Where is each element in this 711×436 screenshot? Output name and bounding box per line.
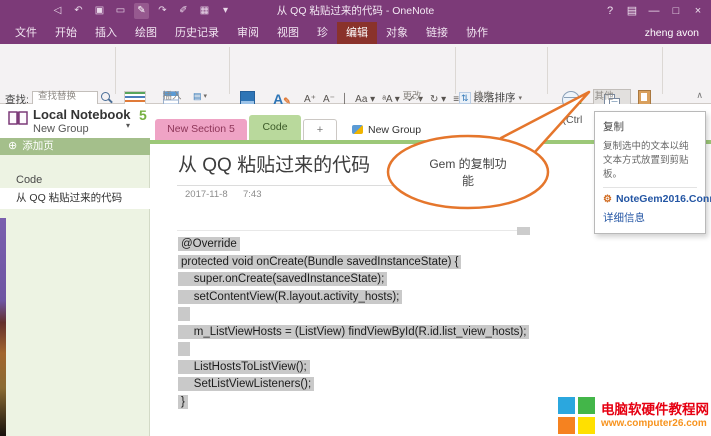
tab-insert[interactable]: 插入 [86, 22, 126, 44]
window-controls: ? ▤ — □ × [599, 0, 709, 22]
undo-icon[interactable]: ↶ [71, 3, 86, 19]
code-line [178, 341, 529, 359]
maximize-button[interactable]: □ [665, 0, 687, 22]
quick-access-toolbar: ◁ ↶ ▣ ▭ ✎ ↷ ✐ ▦ ▾ [50, 0, 233, 22]
code-line: SetListViewListeners(); [178, 376, 529, 394]
tab-history[interactable]: 历史记录 [166, 22, 228, 44]
full-page-view-icon[interactable]: ▭ [113, 3, 128, 19]
help-button[interactable]: ? [599, 0, 621, 22]
add-page-button[interactable]: ⊕添加页 [0, 138, 150, 155]
page-list-item-selected[interactable]: 从 QQ 粘贴过来的代码 [0, 188, 150, 209]
code-line: m_ListViewHosts = (ListView) findViewByI… [178, 324, 529, 342]
addin-name: NoteGem2016.Connect [616, 193, 711, 205]
notebook-icon [8, 110, 28, 127]
group-label-insert: 插入 [142, 88, 202, 102]
tab-zhen[interactable]: 珍 [308, 22, 337, 44]
tab-home[interactable]: 开始 [46, 22, 86, 44]
page-list-section-header: Code [16, 174, 42, 186]
chart-icon[interactable]: ▦ [197, 3, 212, 19]
callout-text: Gem 的复制功能 [424, 156, 512, 190]
section-tab-code-active[interactable]: Code [249, 115, 301, 140]
code-line: ListHostsToListView(); [178, 359, 529, 377]
watermark-url: www.computer26.com [601, 418, 709, 429]
favorite-pen-icon[interactable]: ✎ [134, 3, 149, 19]
code-line: @Override [178, 236, 529, 254]
outline-handle[interactable] [517, 227, 530, 235]
code-block[interactable]: @Overrideprotected void onCreate(Bundle … [178, 236, 529, 411]
code-line: } [178, 394, 529, 412]
onenote-window: ◁↶▣▭✎↷✐▦▾ 从 QQ 粘贴过来的代码 - OneNote ? ▤ — □… [0, 0, 711, 436]
page-title[interactable]: 从 QQ 粘贴过来的代码 [178, 150, 370, 177]
paste-icon[interactable] [638, 90, 651, 105]
close-button[interactable]: × [687, 0, 709, 22]
new-section-tab-button[interactable]: + [303, 119, 337, 140]
qat-more-icon[interactable]: ▾ [218, 3, 233, 19]
chevron-down-icon: ▾ [204, 92, 208, 100]
group-label-find-replace: 查找替换 [27, 88, 87, 102]
ribbon-display-options-button[interactable]: ▤ [621, 0, 643, 22]
search-icon[interactable] [101, 92, 110, 101]
section-tab-new-section-5[interactable]: New Section 5 [155, 119, 247, 140]
ribbon-tabs: 文件开始插入绘图历史记录审阅视图珍编辑对象链接协作 [0, 22, 497, 44]
tab-draw[interactable]: 绘图 [126, 22, 166, 44]
tab-link[interactable]: 链接 [417, 22, 457, 44]
code-line: super.onCreate(savedInstanceState); [178, 271, 529, 289]
code-line: protected void onCreate(Bundle savedInst… [178, 254, 529, 272]
copy-tooltip: 复制 复制选中的文本以纯文本方式放置到剪贴板。 ⚙ NoteGem2016.Co… [594, 111, 706, 234]
chevron-down-icon[interactable]: ▾ [126, 121, 130, 130]
details-link[interactable]: 详细信息 [603, 210, 697, 225]
title-bar: ◁↶▣▭✎↷✐▦▾ 从 QQ 粘贴过来的代码 - OneNote ? ▤ — □… [0, 0, 711, 22]
outline-container-edge [177, 230, 526, 231]
callout-bubble [383, 86, 608, 214]
tab-review[interactable]: 审阅 [228, 22, 268, 44]
section-group-icon [352, 125, 363, 134]
tooltip-title: 复制 [603, 119, 697, 134]
desktop-edge-strip [0, 218, 6, 436]
tab-object[interactable]: 对象 [377, 22, 417, 44]
tooltip-body: 复制选中的文本以纯文本方式放置到剪贴板。 [603, 140, 697, 181]
draw-icon[interactable]: ✐ [176, 3, 191, 19]
tab-collab[interactable]: 协作 [457, 22, 497, 44]
notebook-name[interactable]: Local Notebook [33, 107, 131, 122]
page-time: 7:43 [243, 189, 262, 200]
ribbon-tab-row: 文件开始插入绘图历史记录审阅视图珍编辑对象链接协作 zheng avon [0, 22, 711, 44]
count-badge: 5 [139, 107, 147, 123]
dock-to-desktop-icon[interactable]: ▣ [92, 3, 107, 19]
minimize-button[interactable]: — [643, 0, 665, 22]
page-date: 2017-11-8 [185, 189, 228, 200]
back-icon[interactable]: ◁ [50, 3, 65, 19]
watermark-site-name: 电脑软硬件教程网 [601, 402, 709, 418]
addin-gear-icon: ⚙ [603, 194, 612, 205]
collapse-ribbon-icon[interactable]: ∧ [696, 90, 703, 101]
redo-icon[interactable]: ↷ [155, 3, 170, 19]
code-line: setContentView(R.layout.activity_hosts); [178, 289, 529, 307]
watermark-logo [558, 397, 595, 434]
tab-view[interactable]: 视图 [268, 22, 308, 44]
signed-in-user[interactable]: zheng avon [645, 22, 711, 44]
watermark: 电脑软硬件教程网 www.computer26.com [558, 397, 709, 434]
notebook-group-name[interactable]: New Group [33, 123, 89, 135]
tab-file[interactable]: 文件 [6, 22, 46, 44]
addin-row: ⚙ NoteGem2016.Connect [603, 193, 697, 205]
tab-edit[interactable]: 编辑 [337, 22, 377, 44]
code-line [178, 306, 529, 324]
add-icon: ⊕ [8, 140, 17, 152]
